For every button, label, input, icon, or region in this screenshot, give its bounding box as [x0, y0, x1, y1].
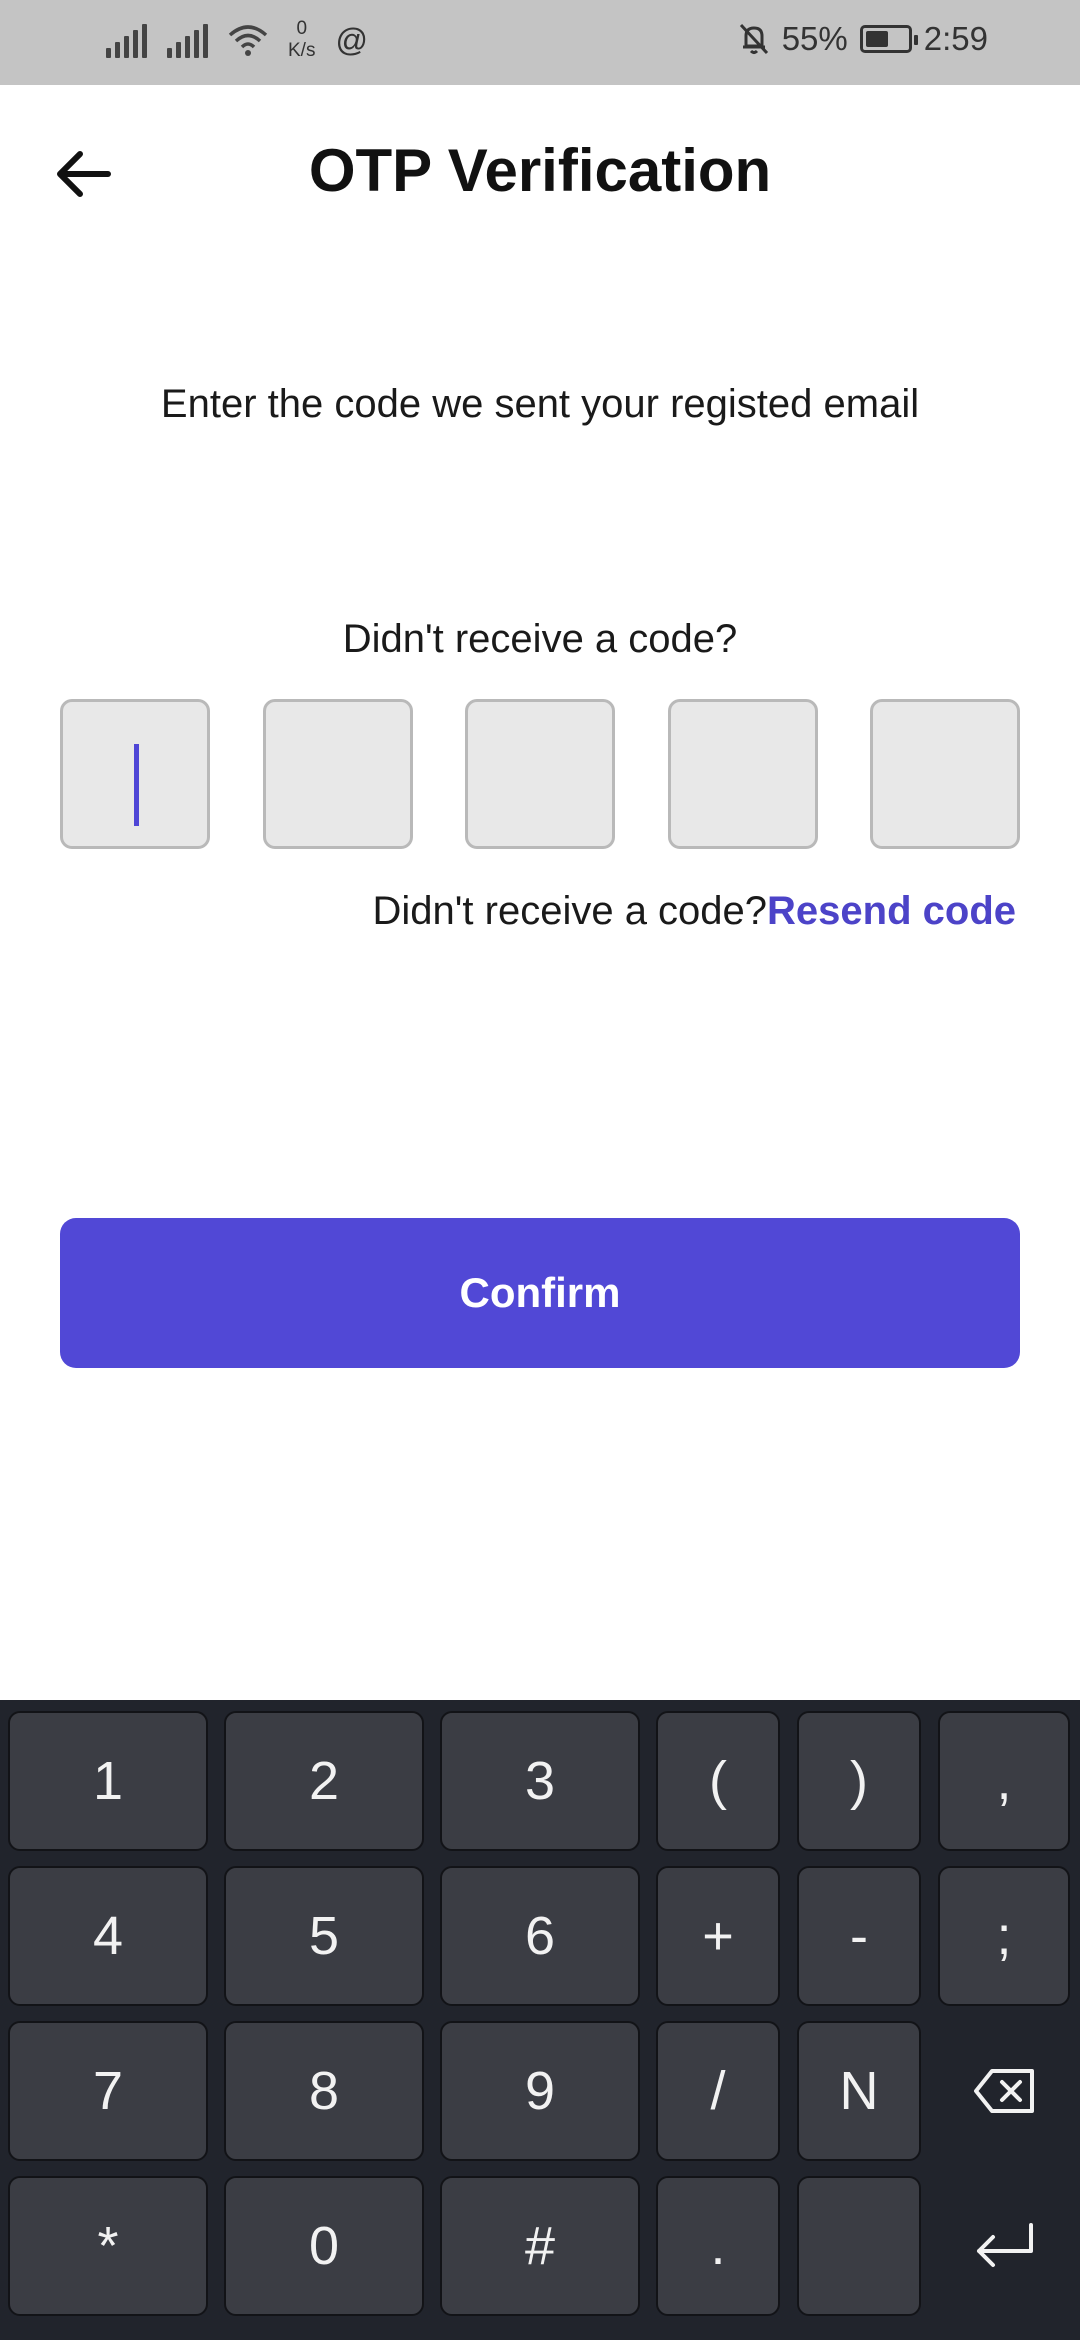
key-7[interactable]: 7 [8, 2021, 208, 2161]
otp-digit-2[interactable] [262, 699, 413, 849]
numeric-keyboard: 1 2 3 (), 4 5 6 + -; 7 8 9 / N * 0 #. [0, 1700, 1080, 2340]
key-8[interactable]: 8 [224, 2021, 424, 2161]
key-label: 4 [92, 1906, 124, 1966]
key-label: ) [850, 1751, 868, 1811]
key-label: . [710, 2216, 726, 2276]
battery-icon [859, 25, 918, 53]
resend-row: Didn't receive a code? Resend code [373, 889, 1017, 934]
threads-icon: @ [335, 21, 368, 58]
net-speed-value: 0 [296, 18, 308, 39]
key-label: ; [996, 1906, 1012, 1966]
key-close-paren[interactable]: ) [797, 1711, 921, 1851]
subtitle: Enter the code we sent your registed ema… [160, 382, 920, 426]
key-label: / [710, 2061, 726, 2121]
status-left: 0 K/s @ [106, 18, 368, 62]
backspace-icon [974, 2069, 1034, 2113]
key-label: 2 [308, 1751, 340, 1811]
key-label: 3 [524, 1751, 556, 1811]
key-label: 1 [92, 1751, 124, 1811]
key-slash[interactable]: / [656, 2021, 780, 2161]
key-blank[interactable] [797, 2176, 921, 2316]
confirm-button[interactable]: Confirm [60, 1218, 1020, 1368]
enter-icon [977, 2223, 1033, 2267]
key-backspace[interactable] [938, 2021, 1070, 2161]
bell-off-icon [739, 23, 768, 55]
otp-digit-1[interactable] [60, 699, 210, 849]
key-label: N [839, 2061, 879, 2121]
key-3[interactable]: 3 [440, 1711, 640, 1851]
status-bar: 0 K/s @ 55% 2:59 [0, 0, 1080, 85]
resend-prefix: Didn't receive a code? [372, 889, 768, 933]
key-enter[interactable] [938, 2176, 1070, 2316]
key-hash[interactable]: # [440, 2176, 640, 2316]
key-label: * [97, 2216, 119, 2276]
key-plus[interactable]: + [656, 1866, 780, 2006]
key-asterisk[interactable]: * [8, 2176, 208, 2316]
signal-icon [106, 22, 147, 58]
text-cursor [134, 744, 139, 826]
key-label: + [702, 1906, 734, 1966]
key-1[interactable]: 1 [8, 1711, 208, 1851]
otp-digit-3[interactable] [465, 699, 615, 849]
key-2[interactable]: 2 [224, 1711, 424, 1851]
resend-code-link[interactable]: Resend code [767, 889, 1016, 934]
key-9[interactable]: 9 [440, 2021, 640, 2161]
net-speed-unit: K/s [288, 40, 316, 61]
key-period[interactable]: . [656, 2176, 780, 2316]
code-prompt: Didn't receive a code? [342, 617, 738, 661]
key-label: - [850, 1906, 868, 1966]
key-label: 7 [92, 2061, 124, 2121]
key-label: # [524, 2216, 556, 2276]
otp-digit-5[interactable] [870, 699, 1020, 849]
key-n[interactable]: N [797, 2021, 921, 2161]
battery-percent: 55% [781, 20, 848, 57]
otp-input-row [60, 699, 1020, 849]
page-title: OTP Verification [308, 137, 772, 204]
wifi-icon [228, 25, 268, 56]
key-label: 0 [308, 2216, 340, 2276]
key-4[interactable]: 4 [8, 1866, 208, 2006]
signal-icon-2 [167, 22, 208, 58]
status-right: 55% 2:59 [738, 20, 988, 58]
clock: 2:59 [923, 20, 988, 57]
key-5[interactable]: 5 [224, 1866, 424, 2006]
otp-digit-4[interactable] [667, 699, 818, 849]
key-semicolon[interactable]: ; [938, 1866, 1070, 2006]
key-label: 9 [524, 2061, 556, 2121]
key-label: , [996, 1751, 1012, 1811]
key-label: 5 [308, 1906, 340, 1966]
key-minus[interactable]: - [797, 1866, 921, 2006]
key-6[interactable]: 6 [440, 1866, 640, 2006]
key-comma[interactable]: , [938, 1711, 1070, 1851]
key-label: 6 [524, 1906, 556, 1966]
key-0[interactable]: 0 [224, 2176, 424, 2316]
key-label: ( [709, 1751, 727, 1811]
key-open-paren[interactable]: ( [656, 1711, 780, 1851]
net-speed: 0 K/s [288, 18, 315, 62]
key-label: 8 [308, 2061, 340, 2121]
